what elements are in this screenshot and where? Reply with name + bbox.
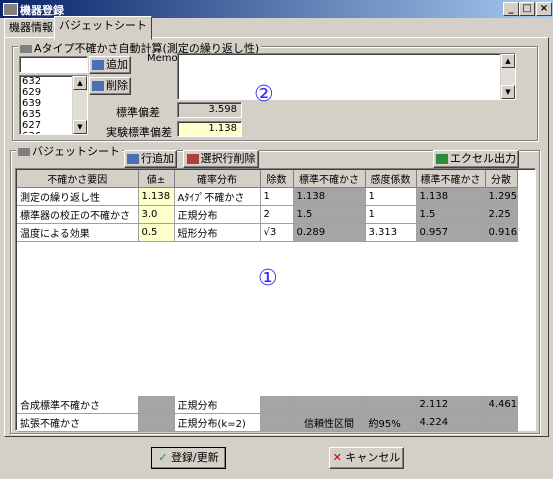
table-row[interactable]: 温度による効果 0.5 短形分布 √3 0.289 3.313 0.957 0.… [17,223,518,242]
register-update-button[interactable]: ✓ 登録/更新 [151,447,226,469]
cell: 1.138 [293,187,366,206]
std-dev-value: 3.598 [177,102,242,118]
scroll-down-icon[interactable]: ▼ [73,120,87,134]
table-row[interactable]: 測定の繰り返し性 1.138 Aﾀｲﾌﾟ不確かさ 1 1.138 1 1.138… [17,187,518,206]
cell: 拡張不確かさ [17,413,139,432]
cell: 1.5 [416,205,486,224]
app-icon [3,3,18,16]
check-icon: ✓ [158,451,168,464]
cell[interactable]: 温度による効果 [17,223,139,242]
column-header: 標準不確かさ [293,170,366,188]
cell[interactable]: 標準器の校正の不確かさ [17,205,139,224]
cell[interactable]: 3.313 [365,223,417,242]
cell: 2.112 [416,396,486,414]
memo-textarea[interactable] [177,53,516,100]
cell [293,396,366,414]
cell[interactable]: Aﾀｲﾌﾟ不確かさ [174,187,261,206]
cell [138,413,175,432]
add-row-button[interactable]: 行追加 [124,150,177,168]
cell: 合成標準不確かさ [17,396,139,414]
table-icon [18,148,30,156]
column-header: 標準不確かさ [416,170,486,188]
cell: 信頼性区間 [293,413,366,432]
cell: 1.295 [485,187,518,206]
exp-std-dev-label: 実験標準偏差 [106,126,172,139]
delete-icon [92,81,104,91]
summary-row: 合成標準不確かさ 正規分布 2.112 4.461 [17,396,518,414]
cell[interactable]: 3.0 [138,205,175,224]
cell[interactable]: 1 [365,205,417,224]
scroll-up-icon[interactable]: ▲ [501,54,515,68]
add-icon [92,60,104,70]
cell[interactable]: 測定の繰り返し性 [17,187,139,206]
delete-row-button[interactable]: 選択行削除 [183,150,259,168]
budget-table: 不確かさ要因 値± 確率分布 除数 標準不確かさ 感度係数 標準不確かさ 分散 … [17,170,518,242]
excel-export-button[interactable]: エクセル出力 [433,150,519,168]
cell: 4.461 [485,396,518,414]
cell [365,396,417,414]
cell: 1.138 [416,187,486,206]
tab-budget-sheet[interactable]: バジェットシート [54,16,152,40]
cell: 正規分布(k=2) [174,413,261,432]
cell[interactable]: 2 [260,205,294,224]
list-scrollbar[interactable]: ▲ ▼ [72,76,87,134]
delete-row-icon [186,154,199,164]
budget-group-title: バジェットシート [16,143,122,159]
scroll-down-icon[interactable]: ▼ [501,85,515,99]
column-header: 除数 [260,170,294,188]
cell [260,413,294,432]
cell[interactable]: 短形分布 [174,223,261,242]
cell: 0.957 [416,223,486,242]
column-header: 不確かさ要因 [17,170,139,188]
annotation-one: ① [258,266,278,291]
table-header-row: 不確かさ要因 値± 確率分布 除数 標準不確かさ 感度係数 標準不確かさ 分散 [17,170,518,188]
cell[interactable]: 正規分布 [174,205,261,224]
minimize-button[interactable]: _ [503,2,519,16]
cell[interactable]: 1.138 [138,187,175,206]
memo-label: Memo [147,53,178,64]
column-header: 確率分布 [174,170,261,188]
std-dev-label: 標準偏差 [116,106,160,119]
cell[interactable]: 1 [260,187,294,206]
summary-row: 拡張不確かさ 正規分布(k=2) 信頼性区間 約95% 4.224 [17,413,518,432]
maximize-button[interactable]: □ [519,2,535,16]
close-button[interactable]: × [536,2,552,16]
cell: 1.5 [293,205,366,224]
table-row[interactable]: 標準器の校正の不確かさ 3.0 正規分布 2 1.5 1 1.5 2.25 [17,205,518,224]
annotation-two: ② [254,82,274,107]
cell[interactable]: 0.5 [138,223,175,242]
excel-icon [436,154,448,164]
delete-value-button[interactable]: 削除 [89,77,131,95]
cell[interactable]: 1 [365,187,417,206]
cell: 正規分布 [174,396,261,414]
cancel-button[interactable]: ✕ キャンセル [329,447,404,469]
tab-device-info[interactable]: 機器情報 [4,18,58,39]
cell: 0.916 [485,223,518,242]
add-row-icon [127,154,139,164]
memo-scrollbar[interactable]: ▲ ▼ [500,54,515,99]
value-input[interactable] [19,56,88,73]
cell[interactable]: √3 [260,223,294,242]
column-header: 値± [138,170,175,188]
summary-table: 合成標準不確かさ 正規分布 2.112 4.461 拡張不確かさ 正規分布(k=… [17,396,518,432]
scroll-up-icon[interactable]: ▲ [73,76,87,90]
cell: 4.224 [416,413,486,432]
cell [260,396,294,414]
column-header: 分散 [485,170,518,188]
cell [138,396,175,414]
exp-std-dev-value: 1.138 [177,121,242,137]
table-icon [20,45,32,53]
cross-icon: ✕ [332,451,342,464]
cell [485,413,518,432]
column-header: 感度係数 [365,170,417,188]
cell: 約95% [365,413,417,432]
cell: 0.289 [293,223,366,242]
cell: 2.25 [485,205,518,224]
add-value-button[interactable]: 追加 [89,56,131,74]
